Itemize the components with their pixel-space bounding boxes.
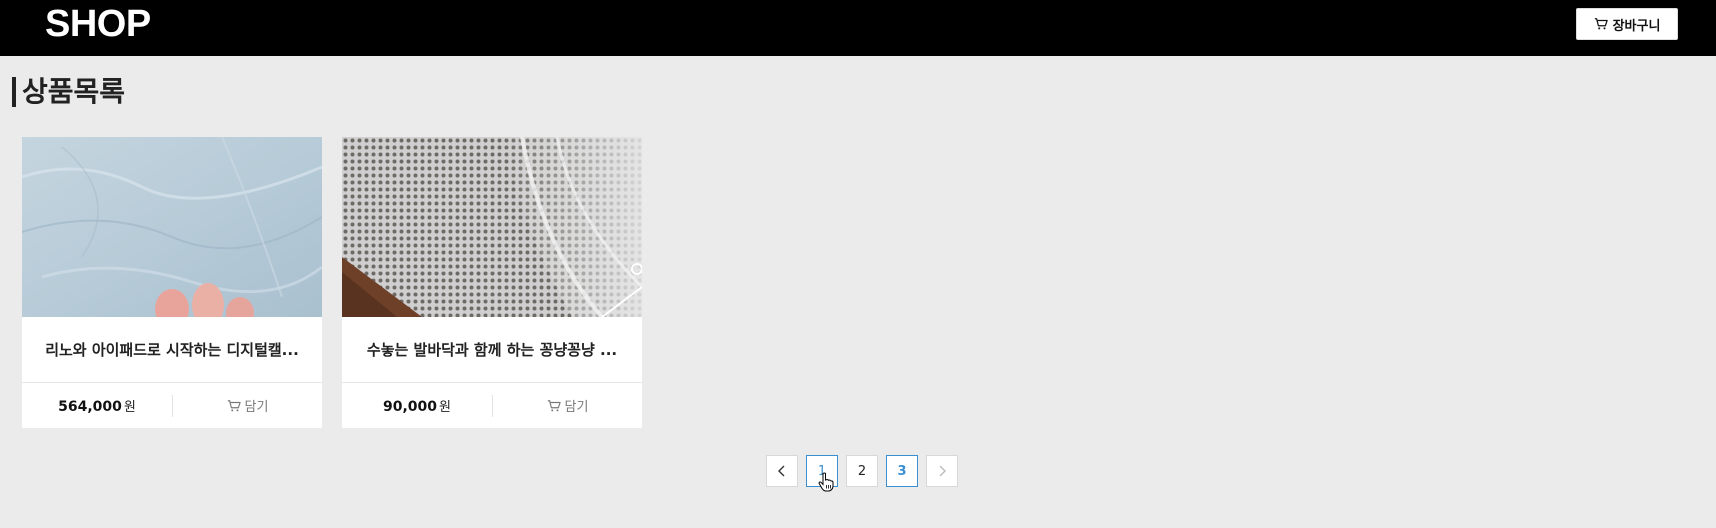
product-card[interactable]: 수놓는 발바닥과 함께 하는 꽁냥꽁냥 ... 90,000 원 담기 [342,137,642,428]
cart-button[interactable]: 장바구니 [1576,8,1678,40]
product-image[interactable] [22,137,322,317]
add-to-cart-label: 담기 [244,400,269,415]
product-card[interactable]: 리노와 아이패드로 시작하는 디지털캘... 564,000 원 담기 [22,137,322,428]
product-price: 90,000 원 [342,396,492,415]
add-to-cart-label: 담기 [564,400,589,415]
product-footer: 90,000 원 담기 [342,383,642,428]
add-to-cart-button[interactable]: 담기 [173,396,322,415]
product-footer: 564,000 원 담기 [22,383,322,428]
page-title: 상품목록 [12,72,125,112]
price-value: 90,000 [383,399,438,415]
mesh-image [342,137,642,317]
shop-logo[interactable]: SHOP [45,2,151,46]
cart-icon [227,399,241,411]
fabric-image [22,137,322,317]
product-price: 564,000 원 [22,396,172,415]
product-title[interactable]: 수놓는 발바닥과 함께 하는 꽁냥꽁냥 ... [342,317,642,383]
hand-cursor-icon [818,472,834,492]
page-button-2[interactable]: 2 [846,455,878,487]
cart-button-label: 장바구니 [1612,18,1661,34]
add-to-cart-button[interactable]: 담기 [493,396,642,415]
product-title[interactable]: 리노와 아이패드로 시작하는 디지털캘... [22,317,322,383]
cart-icon [1594,18,1608,30]
page-title-text: 상품목록 [22,75,126,108]
product-image[interactable] [342,137,642,317]
title-accent-bar [12,77,16,107]
price-currency: 원 [123,400,136,415]
pagination: 1 2 3 [766,455,958,487]
prev-page-button[interactable] [766,455,798,487]
page-button-3[interactable]: 3 [886,455,918,487]
next-page-button[interactable] [926,455,958,487]
price-value: 564,000 [58,399,122,415]
price-currency: 원 [439,400,451,415]
cart-icon [547,399,561,411]
chevron-left-icon [778,465,785,477]
top-header: SHOP 장바구니 [0,0,1716,56]
chevron-right-icon [939,465,946,477]
